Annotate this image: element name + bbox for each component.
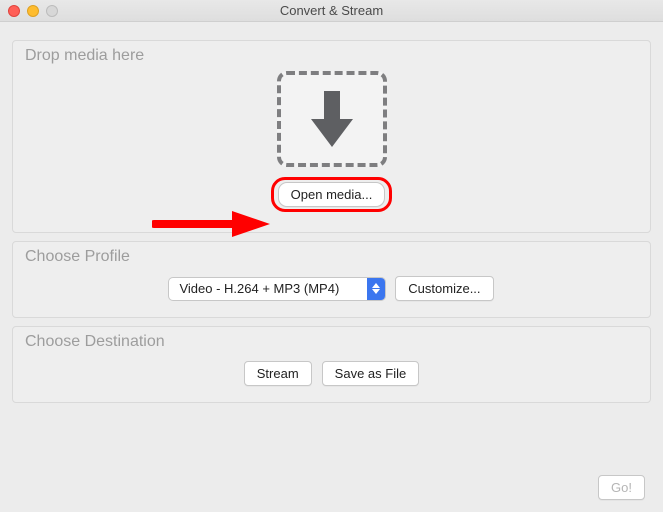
drop-media-group: Drop media here Open media... bbox=[12, 40, 651, 233]
window-zoom-button-disabled bbox=[46, 5, 58, 17]
choose-profile-legend: Choose Profile bbox=[25, 248, 130, 266]
customize-button[interactable]: Customize... bbox=[395, 276, 493, 301]
window-titlebar: Convert & Stream bbox=[0, 0, 663, 22]
go-button[interactable]: Go! bbox=[598, 475, 645, 500]
choose-destination-legend: Choose Destination bbox=[25, 333, 165, 351]
profile-select-value: Video - H.264 + MP3 (MP4) bbox=[169, 278, 367, 300]
open-media-button[interactable]: Open media... bbox=[278, 182, 386, 207]
stream-button[interactable]: Stream bbox=[244, 361, 312, 386]
choose-profile-group: Choose Profile Video - H.264 + MP3 (MP4)… bbox=[12, 241, 651, 318]
choose-destination-group: Choose Destination Stream Save as File bbox=[12, 326, 651, 403]
open-media-highlight: Open media... bbox=[271, 177, 393, 212]
profile-select[interactable]: Video - H.264 + MP3 (MP4) bbox=[169, 278, 385, 300]
window-minimize-button[interactable] bbox=[27, 5, 39, 17]
chevron-up-down-icon bbox=[367, 278, 385, 300]
download-arrow-icon bbox=[307, 87, 357, 151]
drop-media-legend: Drop media here bbox=[25, 47, 144, 65]
drop-target[interactable] bbox=[277, 71, 387, 167]
window-title: Convert & Stream bbox=[0, 3, 663, 18]
window-close-button[interactable] bbox=[8, 5, 20, 17]
save-as-file-button[interactable]: Save as File bbox=[322, 361, 420, 386]
